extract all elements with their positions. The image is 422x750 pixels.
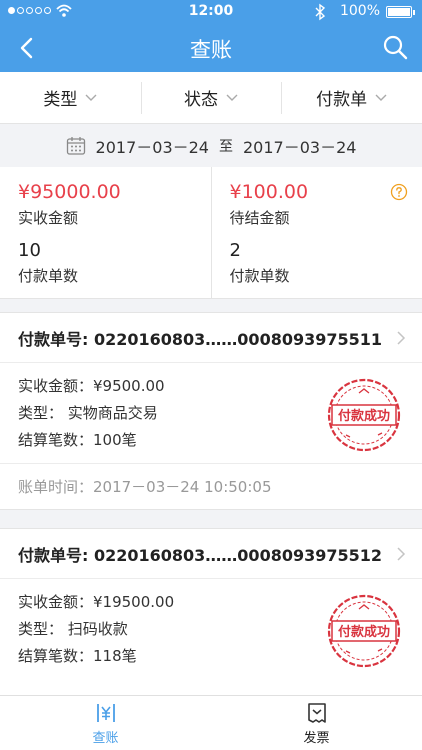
stamp-text: 付款成功 [338, 624, 390, 640]
tab-check-account-label: 查账 [92, 730, 119, 746]
received-label: 实收金额 [18, 209, 79, 227]
date-start: 2017－03－24 [95, 138, 209, 157]
filter-type[interactable]: 类型 [0, 72, 141, 123]
received-count-label: 付款单数 [18, 267, 79, 285]
tab-invoice[interactable]: 发票 [211, 696, 422, 750]
bluetooth-icon [315, 3, 326, 21]
filter-order-type[interactable]: 付款单 [281, 72, 422, 123]
filter-order-type-label: 付款单 [316, 90, 368, 110]
pending-count-label: 付款单数 [229, 267, 290, 285]
date-end: 2017－03－24 [243, 138, 357, 157]
payment-card-body: 实收金额：¥19500.00 类型： 扫码收款 结算笔数：118笔 付款成功 [0, 579, 422, 699]
battery-percent: 100% [339, 3, 380, 19]
date-range[interactable]: 2017－03－24 至 2017－03－24 [0, 125, 422, 167]
payment-success-stamp: 付款成功 [327, 594, 401, 668]
status-bar: 12:00 100% [0, 0, 422, 24]
payment-card[interactable]: 付款单号: 0220160803……0008093975512 实收金额：¥19… [0, 528, 422, 699]
tab-check-account[interactable]: 查账 [0, 696, 211, 750]
payment-order-number: 付款单号: 0220160803……0008093975511 [18, 329, 383, 349]
received-amount: ¥95000.00 [18, 181, 121, 203]
payment-card-body: 实收金额：¥9500.00 类型： 实物商品交易 结算笔数：100笔 付款成功 [0, 363, 422, 463]
summary-pending: ¥100.00 待结金额 2 付款单数 [210, 167, 422, 298]
tab-invoice-label: 发票 [303, 730, 330, 746]
ledger-icon [96, 703, 115, 722]
pending-count: 2 [229, 240, 241, 261]
date-separator: 至 [219, 139, 233, 155]
page-title: 查账 [190, 38, 232, 62]
chevron-right-icon [397, 547, 406, 561]
payment-card[interactable]: 付款单号: 0220160803……0008093975511 实收金额：¥95… [0, 312, 422, 510]
chevron-down-icon [85, 94, 97, 101]
stamp-text: 付款成功 [338, 408, 390, 424]
invoice-icon [307, 702, 326, 723]
payment-order-header[interactable]: 付款单号: 0220160803……0008093975512 [0, 529, 422, 579]
payment-order-header[interactable]: 付款单号: 0220160803……0008093975511 [0, 313, 422, 363]
payment-order-number: 付款单号: 0220160803……0008093975512 [18, 545, 383, 565]
filter-bar: 类型 状态 付款单 [0, 72, 422, 124]
chevron-right-icon [397, 331, 406, 345]
received-count: 10 [18, 240, 41, 261]
filter-type-label: 类型 [43, 90, 78, 110]
payment-success-stamp: 付款成功 [327, 378, 401, 452]
bill-time: 账单时间：2017－03－24 10:50:05 [0, 463, 422, 509]
calendar-icon [66, 137, 85, 155]
summary-received: ¥95000.00 实收金额 10 付款单数 [0, 167, 211, 298]
nav-bar: 查账 [0, 24, 422, 72]
filter-status-label: 状态 [184, 90, 218, 110]
battery-icon [386, 6, 415, 18]
summary-panel: ¥95000.00 实收金额 10 付款单数 ¥100.00 待结金额 2 付款… [0, 167, 422, 299]
chevron-down-icon [375, 94, 387, 101]
pending-label: 待结金额 [229, 209, 290, 227]
filter-status[interactable]: 状态 [140, 72, 282, 123]
tab-bar: 查账 发票 [0, 695, 422, 750]
search-icon[interactable] [382, 34, 408, 60]
help-icon[interactable] [390, 183, 408, 201]
chevron-down-icon [226, 94, 238, 101]
